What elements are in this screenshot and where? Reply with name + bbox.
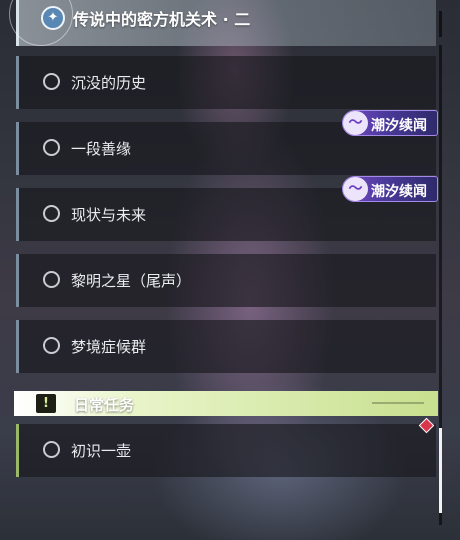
quest-status-circle [43, 205, 60, 222]
quest-status-circle [43, 271, 60, 288]
daily-quests-section-header[interactable]: ! 日常任务 [14, 391, 438, 416]
tide-event-badge: 〜 潮汐续闻 [342, 110, 438, 136]
section-decor-line [372, 402, 424, 404]
tide-swirl-icon: 〜 [343, 177, 368, 201]
quest-row-5[interactable]: 梦境症候群 [16, 320, 436, 373]
quest-row-1[interactable]: 沉没的历史 [16, 56, 436, 109]
compass-star-icon: ✦ [41, 6, 65, 30]
quest-label: 一段善缘 [71, 140, 132, 158]
quest-status-circle [43, 139, 60, 156]
quest-status-circle [43, 73, 60, 90]
quest-status-circle [43, 337, 60, 354]
quest-label: 初识一壶 [71, 442, 132, 460]
badge-label: 潮汐续闻 [371, 184, 427, 200]
quest-label: 现状与未来 [71, 206, 147, 224]
quest-list-panel: ✦ 传说中的密方机关术 · 二 沉没的历史 一段善缘 现状与未来 黎明之星（尾声… [0, 0, 460, 540]
quest-chain-title: 传说中的密方机关术 · 二 [73, 10, 251, 29]
quest-label: 黎明之星（尾声） [71, 272, 192, 290]
quest-row-4[interactable]: 黎明之星（尾声） [16, 254, 436, 307]
tide-swirl-icon: 〜 [343, 111, 368, 135]
quest-label: 沉没的历史 [71, 74, 147, 92]
daily-quest-row-1[interactable]: 初识一壶 [16, 424, 436, 477]
scrollbar-top-cap [439, 11, 442, 37]
quest-chain-header[interactable]: ✦ 传说中的密方机关术 · 二 [9, 0, 436, 46]
tide-event-badge: 〜 潮汐续闻 [342, 176, 438, 202]
scrollbar-thumb[interactable] [439, 428, 442, 513]
quest-label: 梦境症候群 [71, 338, 147, 356]
section-title: 日常任务 [74, 396, 135, 414]
quest-status-circle [43, 441, 60, 458]
exclamation-icon: ! [36, 394, 56, 413]
badge-label: 潮汐续闻 [371, 118, 427, 134]
